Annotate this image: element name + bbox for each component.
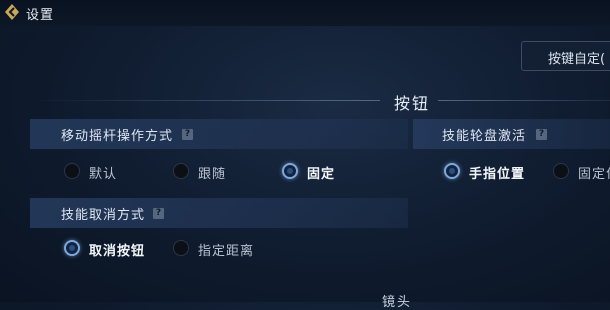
top-bar: 设置 — [0, 0, 610, 26]
section-divider-left — [30, 100, 380, 101]
skill-cancel-label: 技能取消方式 — [61, 208, 146, 223]
skill-wheel-help-icon[interactable]: ? — [536, 129, 547, 140]
option-label: 手指位置 — [469, 167, 526, 182]
key-customize-label: 按键自定( — [548, 52, 606, 67]
skill-wheel-header: 技能轮盘激活 ? — [413, 119, 610, 149]
option-label: 固定 — [307, 167, 336, 182]
radio-icon — [553, 163, 569, 179]
radio-selected-icon — [64, 240, 80, 256]
back-arrow-icon[interactable] — [2, 3, 20, 21]
option-label: 默认 — [89, 167, 118, 182]
option-label: 跟随 — [198, 167, 227, 182]
option-label: 取消按钮 — [89, 244, 146, 259]
page-title: 设置 — [26, 8, 55, 23]
radio-icon — [173, 240, 189, 256]
radio-icon — [64, 163, 80, 179]
radio-selected-icon — [444, 163, 460, 179]
joystick-mode-label: 移动摇杆操作方式 — [61, 129, 174, 144]
next-section-title: 镜头 — [382, 295, 413, 310]
skill-wheel-label: 技能轮盘激活 — [442, 129, 527, 144]
skill-cancel-help-icon[interactable]: ? — [153, 208, 164, 219]
radio-selected-icon — [282, 163, 298, 179]
option-label: 固定位 — [578, 167, 610, 182]
option-label: 指定距离 — [198, 244, 255, 259]
joystick-mode-header: 移动摇杆操作方式 ? — [30, 119, 408, 149]
skill-cancel-header: 技能取消方式 ? — [30, 198, 408, 228]
key-customize-button[interactable]: 按键自定( — [521, 41, 610, 71]
section-divider-right — [438, 100, 610, 101]
joystick-help-icon[interactable]: ? — [182, 129, 193, 140]
section-title: 按钮 — [394, 94, 431, 113]
radio-icon — [173, 163, 189, 179]
